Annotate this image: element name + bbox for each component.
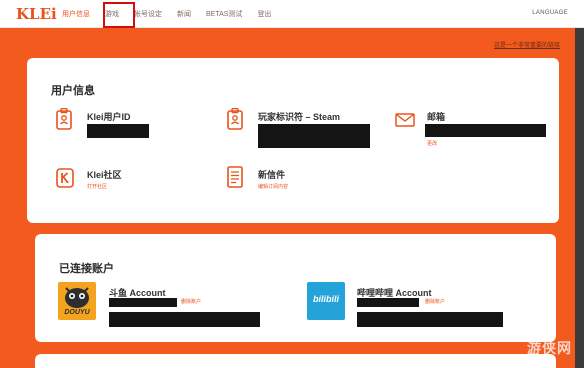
user-info-card: 用户信息 Klei用户ID 玩家标识符 – Steam 邮箱 更改 Klei社区… <box>27 58 559 223</box>
next-card <box>35 354 556 368</box>
language-selector[interactable]: LANGUAGE <box>532 10 568 16</box>
edit-subscriptions-link[interactable]: 编辑订阅内容 <box>258 183 288 190</box>
klei-k-icon <box>56 168 74 188</box>
community-label: Klei社区 <box>87 170 122 180</box>
change-email-link[interactable]: 更改 <box>427 140 437 147</box>
douyu-name-redacted <box>109 312 260 327</box>
right-edge-strip <box>575 28 584 368</box>
klei-id-label: Klei用户ID <box>87 112 131 122</box>
email-label: 邮箱 <box>427 112 446 122</box>
linked-accounts-card: 已连接账户 DOUYU 斗鱼 Account 删除账户 bilibili 哔哩哔… <box>35 234 556 342</box>
id-badge-icon <box>56 108 72 130</box>
user-info-title: 用户信息 <box>51 85 95 97</box>
nav-account-settings[interactable]: 帐号设定 <box>134 9 162 19</box>
player-id-label: 玩家标识符 – Steam <box>258 112 341 122</box>
top-nav-bar: KLEi 用户信息 游戏 帐号设定 新闻 BETAS测试 登出 LANGUAGE <box>0 0 584 28</box>
douyu-id-redacted <box>109 298 177 307</box>
nav-betas[interactable]: BETAS测试 <box>206 9 242 19</box>
nav-logout[interactable]: 登出 <box>257 9 271 19</box>
bilibili-id-redacted <box>357 298 419 307</box>
bilibili-remove-link[interactable]: 删除账户 <box>425 298 445 305</box>
douyu-logo-text: DOUYU <box>64 309 90 316</box>
nav-user-info[interactable]: 用户信息 <box>62 9 90 19</box>
envelope-icon <box>395 113 415 127</box>
newsletter-label: 新信件 <box>258 170 286 180</box>
open-community-link[interactable]: 打开社区 <box>87 183 107 190</box>
douyu-logo: DOUYU <box>58 282 96 320</box>
player-id-value-redacted <box>258 124 370 148</box>
klei-id-value-redacted <box>87 124 149 138</box>
document-icon <box>227 166 243 188</box>
douyu-remove-link[interactable]: 删除账户 <box>181 298 201 305</box>
bilibili-logo: bilibili <box>307 282 345 320</box>
klei-logo[interactable]: KLEi <box>16 5 57 23</box>
bilibili-logo-text: bilibili <box>313 294 339 304</box>
bilibili-name-redacted <box>357 312 503 327</box>
highlight-box <box>103 2 135 28</box>
id-badge-icon <box>227 108 243 130</box>
main-nav: 用户信息 游戏 帐号设定 新闻 BETAS测试 登出 <box>62 0 286 28</box>
linked-accounts-title: 已连接账户 <box>59 263 114 275</box>
nav-news[interactable]: 新闻 <box>177 9 191 19</box>
helper-link[interactable]: 这是一个非常重要的链接 <box>494 40 560 49</box>
watermark: 游侠网 <box>527 340 572 356</box>
email-value-redacted <box>425 124 546 137</box>
